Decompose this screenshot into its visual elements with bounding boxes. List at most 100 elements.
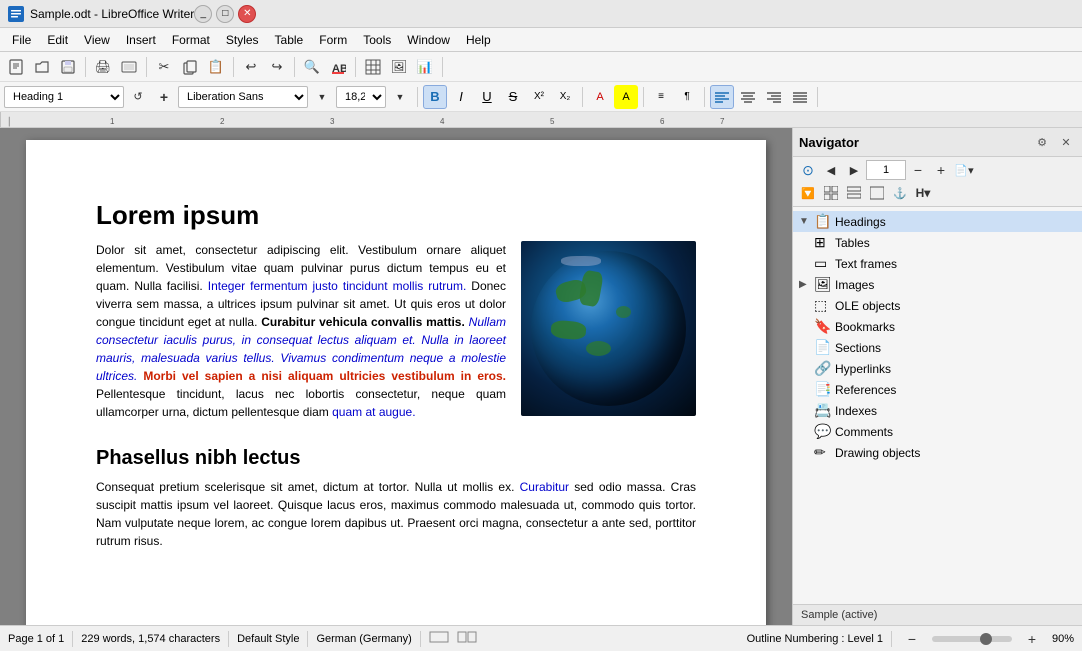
statusbar: Page 1 of 1 229 words, 1,574 characters … [0,625,1082,651]
fmt-sep-4 [704,87,705,107]
italic-button[interactable]: I [449,85,473,109]
document-area[interactable]: Lorem ipsum Dolor sit amet, cons [0,128,792,625]
align-center-button[interactable] [736,85,760,109]
nav-item-hyperlinks[interactable]: 🔗Hyperlinks [793,358,1082,379]
cut-button[interactable]: ✂ [152,55,176,79]
nav-header-btn2[interactable]: H▾ [912,182,934,204]
svg-text:│: │ [7,116,12,127]
bold-button[interactable]: B [423,85,447,109]
fmt-sep-2 [582,87,583,107]
line-spacing-button[interactable]: ≡ [649,85,673,109]
nav-dec-button[interactable]: − [907,159,929,181]
superscript-button[interactable]: X² [527,85,551,109]
navigator-settings-button[interactable]: ⚙ [1032,132,1052,152]
open-button[interactable] [30,55,54,79]
toolbar-separator-4 [294,57,295,77]
menu-item-format[interactable]: Format [164,31,218,49]
nav-item-headings[interactable]: ▼📋Headings [793,211,1082,232]
image-button[interactable]: 🖼 [387,55,411,79]
nav-footer-text: Sample (active) [801,609,877,621]
nav-document-dropdown[interactable]: 📄▾ [953,159,975,181]
redo-button[interactable]: ↪ [265,55,289,79]
paragraph-button[interactable]: ¶ [675,85,699,109]
nav-item-comments[interactable]: 💬Comments [793,421,1082,442]
size-selector[interactable]: 18,2 [336,86,386,108]
style-refresh-button[interactable]: ↺ [126,85,150,109]
spelling-button[interactable]: AB [326,55,350,79]
nav-item-images[interactable]: ▶🖼Images [793,274,1082,295]
font-color-button[interactable]: A [588,85,612,109]
save-button-dropdown[interactable] [56,55,80,79]
menu-item-window[interactable]: Window [399,31,458,49]
menu-item-insert[interactable]: Insert [118,31,164,49]
nav-item-text-frames[interactable]: ▭Text frames [793,253,1082,274]
nav-prev-button[interactable]: ◀ [820,159,842,181]
size-dropdown-button[interactable]: ▼ [388,85,412,109]
new-button[interactable] [4,55,28,79]
strikethrough-button[interactable]: S [501,85,525,109]
style-selector[interactable]: Heading 1 [4,86,124,108]
nav-page-input[interactable]: 1 [866,160,906,180]
toolbar-separator-2 [146,57,147,77]
nav-item-bookmarks[interactable]: 🔖Bookmarks [793,316,1082,337]
menu-item-styles[interactable]: Styles [218,31,267,49]
comments-icon: 💬 [814,423,832,440]
undo-button[interactable]: ↩ [239,55,263,79]
zoom-track[interactable] [932,636,1012,642]
highlight-button[interactable]: A [614,85,638,109]
copy-button[interactable] [178,55,202,79]
window-controls[interactable]: _ □ ✕ [194,5,256,23]
navigator-tree[interactable]: ▼📋Headings⊞Tables▭Text frames▶🖼Images⬚OL… [793,207,1082,604]
print-button[interactable]: 🖨 [91,55,115,79]
maximize-button[interactable]: □ [216,5,234,23]
fmt-sep-5 [817,87,818,107]
nav-toggle-button[interactable]: ⊙ [797,159,819,181]
find-button[interactable]: 🔍 [300,55,324,79]
nav-item-drawing-objects[interactable]: ✏Drawing objects [793,442,1082,463]
zoom-thumb[interactable] [980,633,992,645]
menubar: FileEditViewInsertFormatStylesTableFormT… [0,28,1082,52]
menu-item-table[interactable]: Table [267,31,312,49]
new-style-button[interactable]: + [152,85,176,109]
nav-item-sections[interactable]: 📄Sections [793,337,1082,358]
menu-item-view[interactable]: View [76,31,118,49]
nav-next-button[interactable]: ▶ [843,159,865,181]
paste-button-dropdown[interactable]: 📋 [204,55,228,79]
minimize-button[interactable]: _ [194,5,212,23]
document-page[interactable]: Lorem ipsum Dolor sit amet, cons [26,140,766,625]
nav-item-references[interactable]: 📑References [793,379,1082,400]
svg-text:7: 7 [720,117,725,126]
table-button[interactable] [361,55,385,79]
menu-item-help[interactable]: Help [458,31,499,49]
navigator-close-button[interactable]: ✕ [1056,132,1076,152]
print-preview-button[interactable] [117,55,141,79]
zoom-out-button[interactable]: − [900,627,924,651]
zoom-slider[interactable] [932,636,1012,642]
nav-list-button[interactable] [843,182,865,204]
nav-item-tables[interactable]: ⊞Tables [793,232,1082,253]
underline-button[interactable]: U [475,85,499,109]
nav-filter-button[interactable]: 🔽 [797,182,819,204]
zoom-in-button[interactable]: + [1020,627,1044,651]
menu-item-edit[interactable]: Edit [39,31,76,49]
nav-view-button[interactable] [820,182,842,204]
close-button[interactable]: ✕ [238,5,256,23]
nav-item-ole-objects[interactable]: ⬚OLE objects [793,295,1082,316]
font-selector[interactable]: Liberation Sans [178,86,308,108]
nav-inc-button[interactable]: + [930,159,952,181]
font-dropdown-button[interactable]: ▼ [310,85,334,109]
menu-item-file[interactable]: File [4,31,39,49]
chart-button[interactable]: 📊 [413,55,437,79]
svg-text:1: 1 [110,117,115,126]
bookmarks-icon: 🔖 [814,318,832,335]
align-left-button[interactable] [710,85,734,109]
nav-anchor-button[interactable]: ⚓ [889,182,911,204]
subscript-button[interactable]: X₂ [553,85,577,109]
menu-item-form[interactable]: Form [311,31,355,49]
align-right-button[interactable] [762,85,786,109]
nav-toolbar-row1: ⊙ ◀ ▶ 1 − + 📄▾ [797,159,1078,181]
menu-item-tools[interactable]: Tools [355,31,399,49]
nav-item-indexes[interactable]: 📇Indexes [793,400,1082,421]
nav-list2-button[interactable] [866,182,888,204]
justify-button[interactable] [788,85,812,109]
